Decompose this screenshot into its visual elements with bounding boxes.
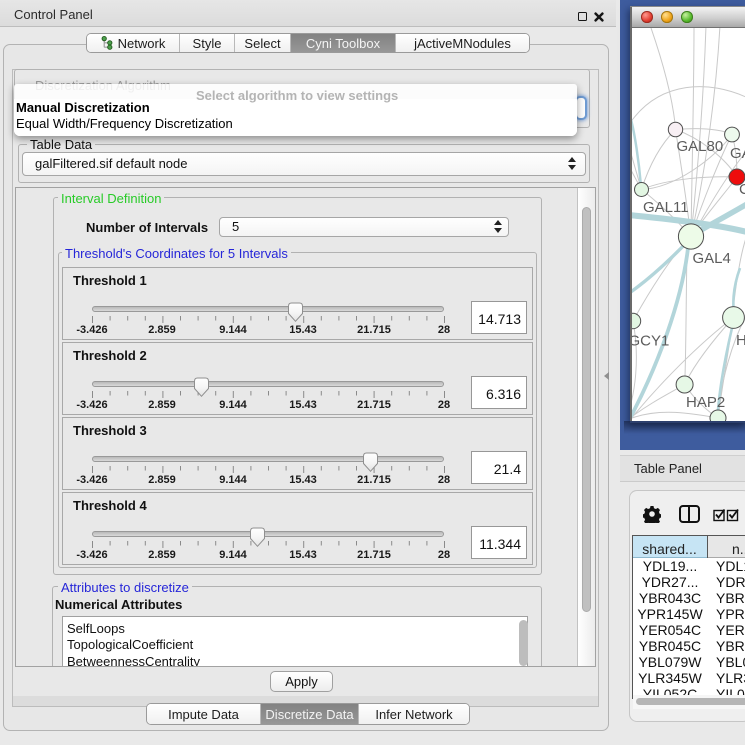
svg-text:GAL4: GAL4 <box>693 250 731 267</box>
svg-text:GAL80: GAL80 <box>677 138 724 155</box>
svg-text:GAL3: GAL3 <box>730 145 745 162</box>
svg-text:HIS4: HIS4 <box>736 332 745 349</box>
svg-text:CYC: CYC <box>739 181 745 198</box>
svg-text:HAP2: HAP2 <box>686 394 725 411</box>
svg-text:GAL11: GAL11 <box>643 199 689 216</box>
svg-text:GCY1: GCY1 <box>630 333 669 350</box>
